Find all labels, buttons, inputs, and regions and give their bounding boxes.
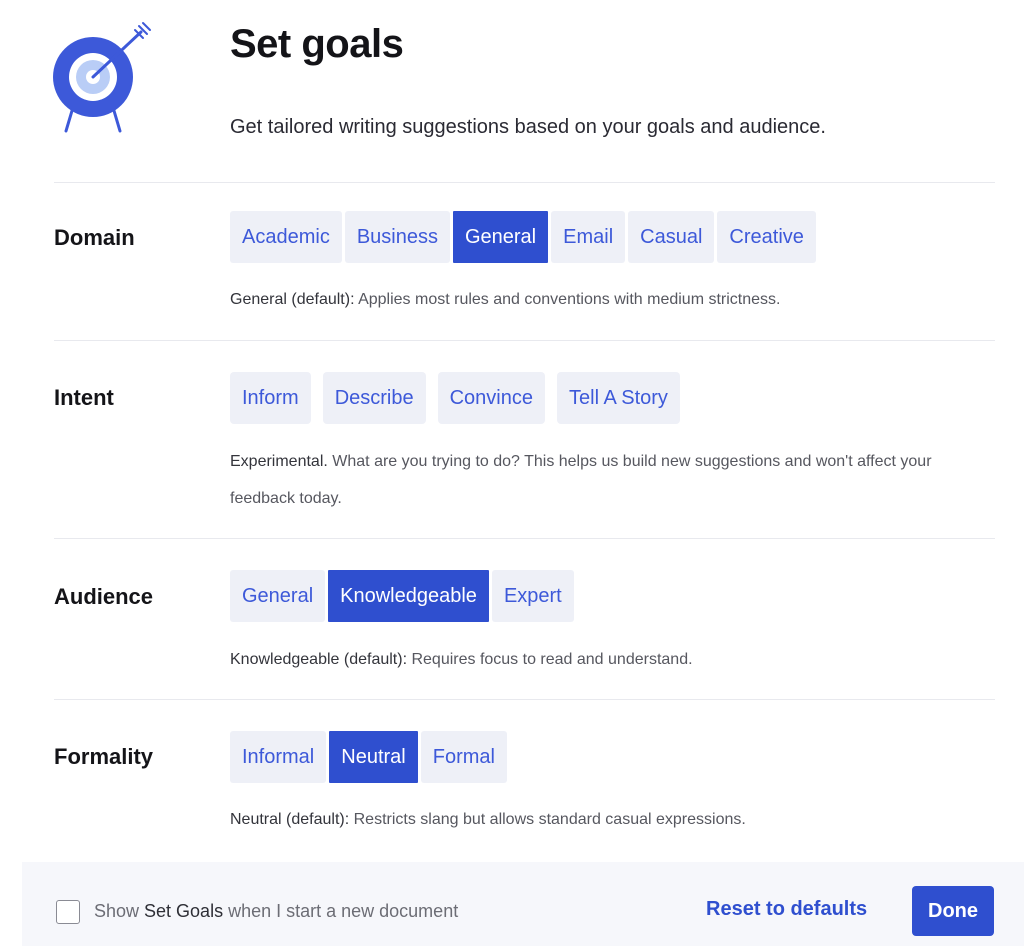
intent-option-describe[interactable]: Describe xyxy=(322,372,426,424)
divider xyxy=(54,699,995,700)
domain-segmented-control: Academic Business General Email Casual Creati… xyxy=(230,211,819,263)
domain-option-email[interactable]: Email xyxy=(551,211,626,263)
domain-option-general[interactable]: General xyxy=(452,211,549,263)
audience-segmented-control: General Knowledgeable Expert xyxy=(230,570,577,622)
intent-label: Intent xyxy=(54,385,114,410)
reset-to-defaults-button[interactable]: Reset to defaults xyxy=(706,898,867,921)
page-subtitle: Get tailored writing suggestions based o… xyxy=(230,116,826,138)
dialog-footer: Show Set Goals when I start a new docume… xyxy=(22,862,1024,946)
done-button[interactable]: Done xyxy=(912,886,994,936)
formality-segmented-control: Informal Neutral Formal xyxy=(230,731,510,783)
intent-option-tell-a-story[interactable]: Tell A Story xyxy=(557,372,680,424)
target-with-arrow-icon xyxy=(46,18,158,136)
domain-option-casual[interactable]: Casual xyxy=(628,211,715,263)
page-title: Set goals xyxy=(230,22,404,66)
divider xyxy=(54,182,995,183)
show-set-goals-checkbox[interactable] xyxy=(56,900,80,924)
formality-description: Neutral (default): Restricts slang but a… xyxy=(230,811,746,828)
domain-label: Domain xyxy=(54,225,135,250)
audience-option-general[interactable]: General xyxy=(230,570,326,622)
divider xyxy=(54,538,995,539)
audience-label: Audience xyxy=(54,584,154,609)
domain-description: General (default): Applies most rules an… xyxy=(230,291,781,308)
formality-label: Formality xyxy=(54,744,154,769)
intent-option-inform[interactable]: Inform xyxy=(230,372,311,424)
intent-segmented-control: Inform Describe Convince Tell A Story xyxy=(230,372,692,424)
show-set-goals-label: Show Set Goals when I start a new docume… xyxy=(94,901,459,921)
divider xyxy=(54,340,995,341)
formality-option-formal[interactable]: Formal xyxy=(420,731,507,783)
domain-option-academic[interactable]: Academic xyxy=(230,211,342,263)
audience-option-expert[interactable]: Expert xyxy=(491,570,574,622)
intent-option-convince[interactable]: Convince xyxy=(437,372,545,424)
audience-option-knowledgeable[interactable]: Knowledgeable xyxy=(328,570,489,622)
intent-description: Experimental. What are you trying to do?… xyxy=(230,453,932,507)
audience-description: Knowledgeable (default): Requires focus … xyxy=(230,651,693,668)
domain-option-creative[interactable]: Creative xyxy=(717,211,816,263)
formality-option-neutral[interactable]: Neutral xyxy=(329,731,418,783)
domain-option-business[interactable]: Business xyxy=(344,211,450,263)
formality-option-informal[interactable]: Informal xyxy=(230,731,327,783)
set-goals-dialog: Set goals Get tailored writing suggestio… xyxy=(0,0,1024,946)
